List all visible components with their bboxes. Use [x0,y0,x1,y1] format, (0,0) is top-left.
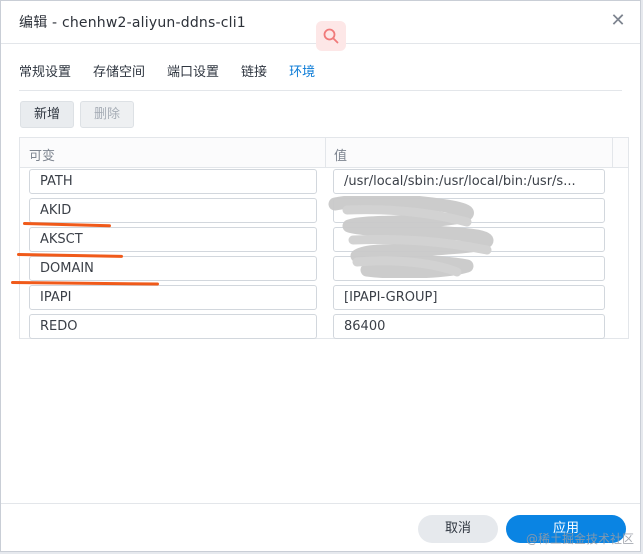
variable-name-field[interactable]: AKID [29,198,317,223]
environment-table: 可变 值 PATH /usr/local/sbin:/usr/local/bin… [19,137,629,339]
variable-value-field[interactable] [333,198,605,223]
close-icon[interactable]: ✕ [608,11,628,31]
variable-name-field[interactable]: AKSCT [29,227,317,252]
variable-name-field[interactable]: DOMAIN [29,256,317,281]
footer-divider [1,503,640,504]
variable-value-field[interactable] [333,256,605,281]
add-button[interactable]: 新增 [20,101,74,128]
table-header: 可变 值 [20,138,628,168]
variable-value-field[interactable] [333,227,605,252]
tab-storage[interactable]: 存储空间 [93,61,145,81]
tab-port-settings[interactable]: 端口设置 [167,61,219,81]
column-divider [612,138,613,167]
column-divider [325,138,326,167]
watermark-text: @稀土掘金技术社区 [525,532,634,546]
variable-name-field[interactable]: REDO [29,314,317,339]
variable-value-field[interactable]: [IPAPI-GROUP] [333,285,605,310]
delete-button[interactable]: 删除 [80,101,134,128]
dialog-title: 编辑 - chenhw2-aliyun-ddns-cli1 [19,15,246,31]
tabs-divider [19,90,622,91]
tab-bar: 常规设置 存储空间 端口设置 链接 环境 [19,61,337,81]
variable-name-field[interactable]: PATH [29,169,317,194]
tab-general-settings[interactable]: 常规设置 [19,61,71,81]
tab-links[interactable]: 链接 [241,61,267,81]
variable-name-field[interactable]: IPAPI [29,285,317,310]
variable-value-field[interactable]: /usr/local/sbin:/usr/local/bin:/usr/s... [333,169,605,194]
variable-value-field[interactable]: 86400 [333,314,605,339]
column-header-variable: 可变 [29,149,56,164]
column-header-value: 值 [334,149,348,164]
tab-environment[interactable]: 环境 [289,61,315,81]
edit-dialog: 编辑 - chenhw2-aliyun-ddns-cli1 ✕ 常规设置 存储空… [0,0,641,552]
search-icon[interactable] [316,21,346,51]
cancel-button[interactable]: 取消 [418,515,498,543]
